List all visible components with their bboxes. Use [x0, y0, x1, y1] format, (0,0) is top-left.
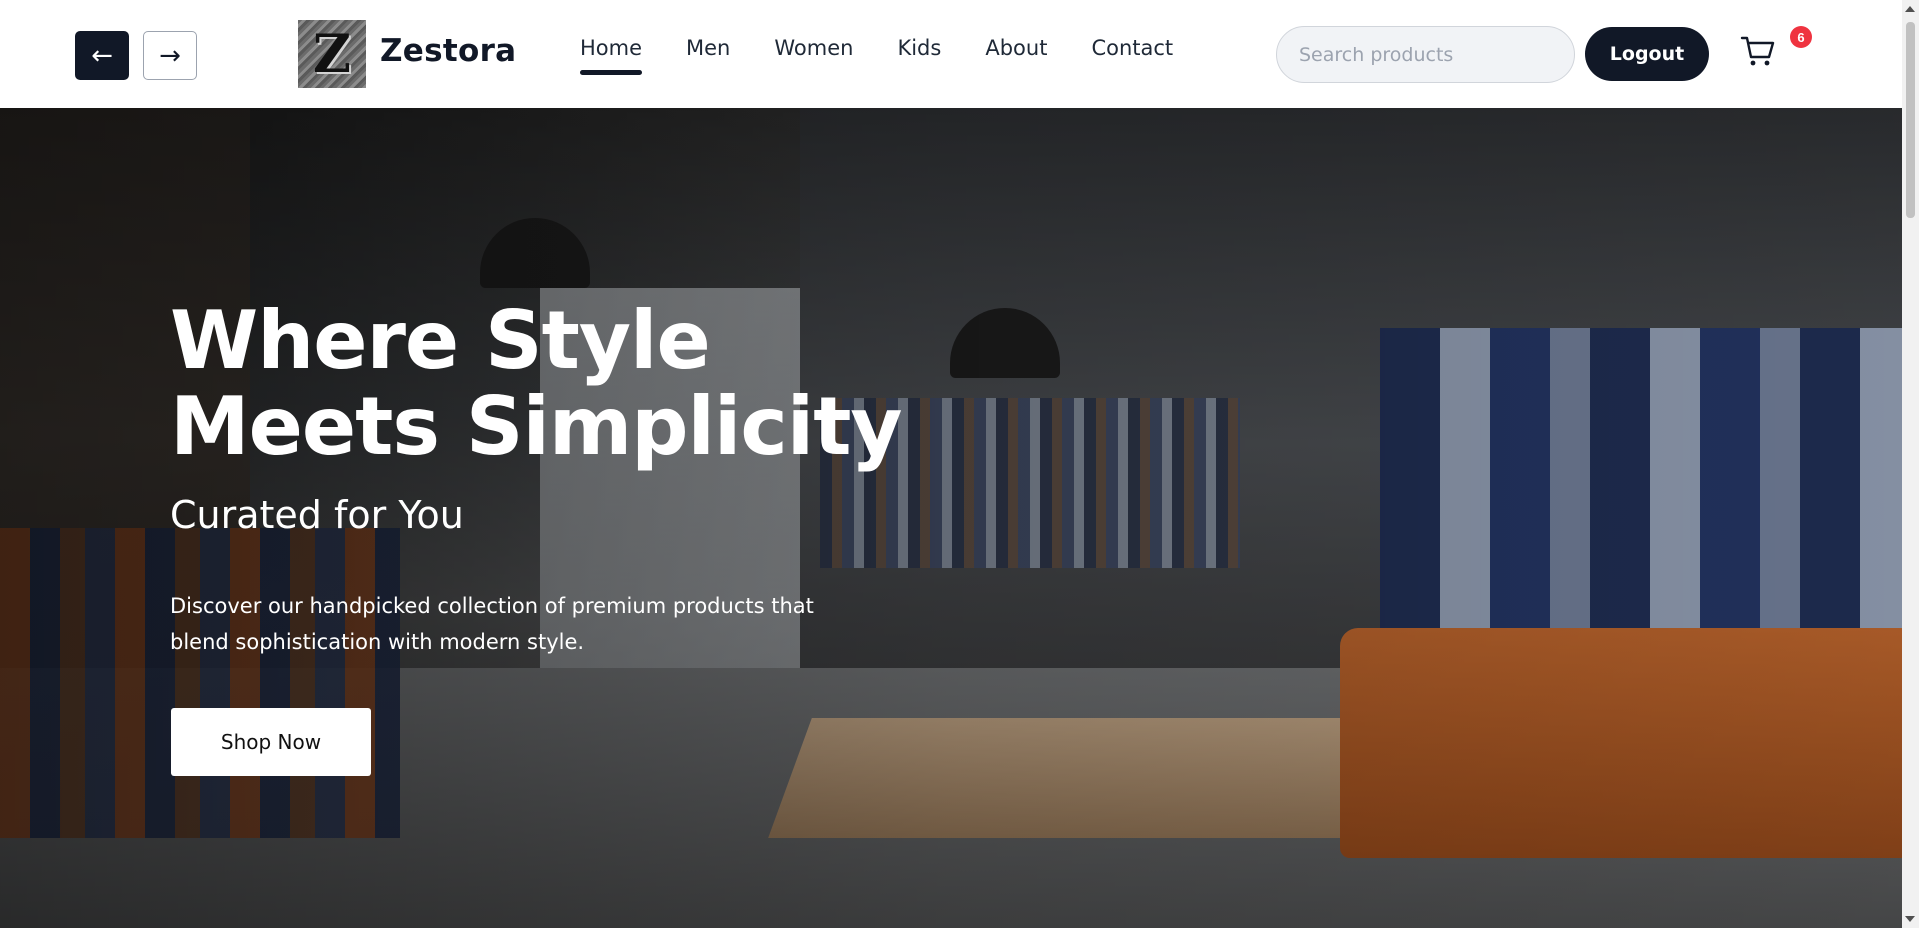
- nav-kids[interactable]: Kids: [897, 36, 941, 74]
- nav-contact[interactable]: Contact: [1091, 36, 1173, 74]
- nav-women[interactable]: Women: [774, 36, 853, 74]
- hero-section: Where Style Meets Simplicity Curated for…: [0, 108, 1902, 928]
- page-scrollbar[interactable]: [1902, 0, 1919, 928]
- scroll-up-icon[interactable]: [1905, 6, 1915, 12]
- scroll-down-icon[interactable]: [1905, 916, 1915, 922]
- hero-title-line2: Meets Simplicity: [170, 380, 903, 473]
- site-header: ← → Z Zestora Home Men Women Kids About …: [0, 0, 1902, 108]
- scroll-thumb[interactable]: [1906, 22, 1915, 218]
- shop-now-button[interactable]: Shop Now: [171, 708, 371, 776]
- cart-icon[interactable]: [1740, 34, 1776, 68]
- main-nav: Home Men Women Kids About Contact: [580, 36, 1217, 75]
- back-button[interactable]: ←: [75, 31, 129, 80]
- forward-button[interactable]: →: [143, 31, 197, 80]
- nav-about[interactable]: About: [985, 36, 1047, 74]
- hero-description-line1: Discover our handpicked collection of pr…: [170, 594, 814, 618]
- cart-count-badge: 6: [1790, 26, 1812, 48]
- hero-description-line2: blend sophistication with modern style.: [170, 630, 585, 654]
- hero-description: Discover our handpicked collection of pr…: [170, 588, 890, 660]
- logo-letter: Z: [313, 23, 351, 85]
- hero-title: Where Style Meets Simplicity: [170, 298, 903, 473]
- search-input[interactable]: [1276, 26, 1575, 83]
- nav-home[interactable]: Home: [580, 36, 643, 75]
- hero-title-line1: Where Style: [170, 294, 711, 387]
- hero-subtitle: Curated for You: [170, 493, 464, 537]
- nav-men[interactable]: Men: [686, 36, 730, 74]
- logout-button[interactable]: Logout: [1585, 27, 1709, 81]
- logo-icon[interactable]: Z: [298, 20, 366, 88]
- brand-name[interactable]: Zestora: [380, 33, 516, 69]
